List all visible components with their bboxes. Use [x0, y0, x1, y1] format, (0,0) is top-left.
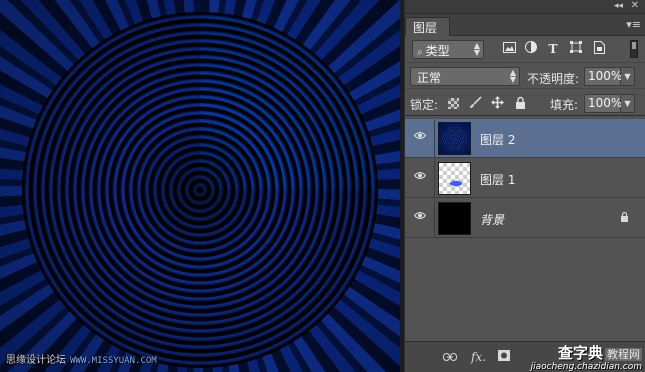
fill-dropdown-icon[interactable]: ▼ [621, 94, 635, 113]
layer-name[interactable]: 图层 2 [480, 131, 515, 148]
lock-transparent-pixels-icon[interactable] [448, 98, 459, 109]
eye-icon[interactable] [413, 171, 427, 183]
layer-thumbnail[interactable] [438, 122, 471, 155]
lock-label: 锁定: [410, 98, 439, 112]
layer-row[interactable]: 图层 1 [405, 159, 645, 198]
shape-filter-icon[interactable] [568, 41, 584, 57]
layer-row[interactable]: 背景 [405, 199, 645, 238]
adjustment-filter-icon[interactable] [523, 41, 539, 57]
watermark-tutorial: 教程网 [605, 348, 642, 361]
panel-menu-icon[interactable]: ▾≡ [626, 18, 641, 31]
watermark-right: 查字典 教程网 jiaocheng.chazidian.com [531, 342, 642, 372]
opacity-dropdown-icon[interactable]: ▼ [621, 67, 635, 86]
blend-mode-value: 正常 [417, 71, 442, 85]
blend-mode-select[interactable]: 正常 ▲ ▼ [410, 67, 520, 86]
layer-list: 图层 2 图层 1 背景 [405, 119, 645, 340]
layers-panel: ◂◂ ✕ 图层 ▾≡ ⌕类型 ▲▼ T 正常 ▲▼ 不透明度: 100% [404, 0, 645, 372]
watermark-url: jiaocheng.chazidian.com [530, 362, 642, 372]
link-layers-icon[interactable] [443, 350, 457, 364]
blend-row: 正常 ▲ ▼ 不透明度: 100% ▼ [405, 62, 645, 88]
lock-all-icon[interactable] [513, 96, 527, 110]
fill-input[interactable]: 100% [584, 94, 622, 113]
collapse-panel-icon[interactable]: ◂◂ [614, 1, 623, 11]
add-mask-icon[interactable] [498, 350, 510, 364]
lock-row: 锁定: 填充: 100% ▼ [405, 88, 645, 116]
smart-object-filter-icon[interactable] [591, 41, 607, 57]
fx-button[interactable]: fx. [471, 350, 486, 364]
layer-name[interactable]: 背景 [480, 211, 504, 228]
watermark-site: 查字典 [557, 344, 603, 362]
panel-tabbar: 图层 ▾≡ [405, 14, 645, 36]
document-canvas[interactable]: 思缘设计论坛 WWW.MISSYUAN.COM [0, 0, 400, 372]
eye-icon[interactable] [413, 131, 427, 143]
lock-icon [620, 211, 629, 225]
opacity-label: 不透明度: [527, 72, 580, 86]
type-filter-icon[interactable]: T [545, 41, 561, 57]
watermark-left-text: 思缘设计论坛 [6, 355, 66, 366]
opacity-input[interactable]: 100% [584, 67, 622, 86]
layer-row[interactable]: 图层 2 [405, 119, 645, 158]
tab-layers[interactable]: 图层 [405, 17, 451, 36]
lock-position-icon[interactable] [490, 96, 504, 110]
layer-name[interactable]: 图层 1 [480, 171, 515, 188]
layer-thumbnail[interactable] [438, 202, 471, 235]
search-icon: ⌕ [417, 47, 423, 58]
watermark-left-brand: WWW.MISSYUAN.COM [70, 356, 157, 366]
updown-arrows-icon: ▲ ▼ [509, 68, 516, 84]
image-filter-icon[interactable] [501, 41, 517, 57]
fill-label: 填充: [550, 98, 579, 112]
layer-filter-value: 类型 [425, 44, 450, 58]
watermark-left: 思缘设计论坛 WWW.MISSYUAN.COM [6, 351, 157, 366]
panel-bottom-bar: fx. 查字典 教程网 jiaocheng.chazidian.com [405, 341, 645, 372]
layer-thumbnail[interactable] [438, 162, 471, 195]
updown-arrows-icon: ▲ ▼ [473, 41, 480, 57]
filter-toggle[interactable] [630, 40, 638, 58]
lock-image-pixels-icon[interactable] [468, 96, 482, 110]
eye-icon[interactable] [413, 211, 427, 223]
layer-filter-row: ⌕ 类型 ▲ ▼ T [405, 36, 645, 62]
layer-filter-select[interactable]: ⌕ 类型 ▲ ▼ [412, 40, 484, 59]
close-panel-icon[interactable]: ✕ [631, 0, 639, 11]
panel-topbar: ◂◂ ✕ [405, 0, 645, 14]
